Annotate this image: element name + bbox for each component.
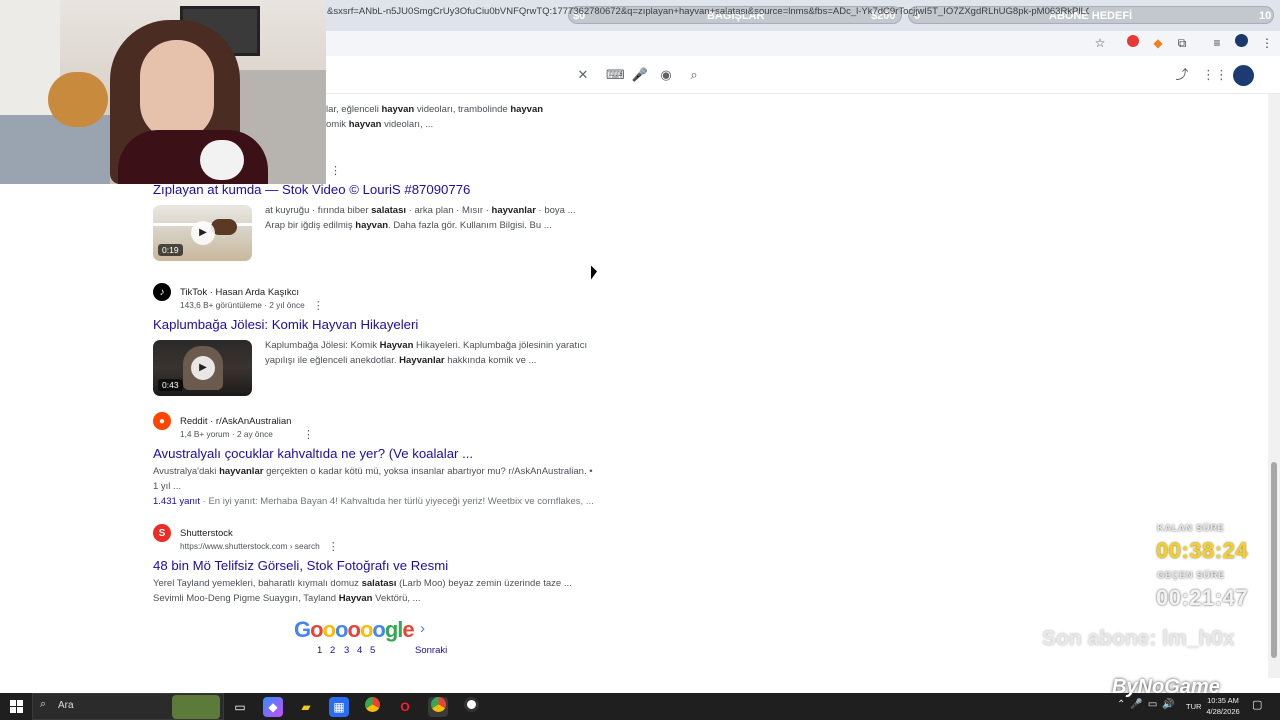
result-source[interactable]: Reddit · r/AskAnAustralian [180, 416, 291, 427]
result-shutterstock: S Shutterstock https://www.shutterstock.… [153, 523, 593, 606]
result-tiktok: ♪ TikTok · Hasan Arda Kaşıkcı 143,6 B+ g… [153, 282, 593, 396]
lens-icon[interactable]: ◉ [657, 66, 675, 84]
next-page-link[interactable]: Sonraki [415, 645, 447, 656]
video-duration: 0:43 [158, 379, 183, 391]
taskbar-search-icon: ⌕ [40, 698, 47, 710]
last-subscriber: Son abone: lm_h0x [1042, 627, 1235, 650]
video-thumbnail[interactable]: ▶ 0:19 [153, 205, 252, 261]
streamer-webcam [0, 0, 326, 184]
clear-search-icon[interactable]: ✕ [574, 66, 592, 84]
play-icon: ▶ [191, 356, 215, 380]
result-source[interactable]: Shutterstock [180, 528, 233, 539]
apps-grid-icon[interactable]: ⋮⋮ [1202, 66, 1228, 84]
result-snippet: Kaplumbağa Jölesi: Komik Hayvan Hikayele… [265, 340, 588, 366]
result-title[interactable]: Kaplumbağa Jölesi: Komik Hayvan Hikayele… [153, 317, 593, 332]
scrollbar-thumb[interactable] [1271, 462, 1277, 658]
result-meta: 143,6 B+ görüntüleme · 2 yıl önce [180, 300, 305, 310]
elapsed-time-label: GEÇEN SÜRE [1157, 570, 1225, 581]
copilot-icon[interactable]: ◆ [263, 697, 283, 717]
video-duration: 0:19 [158, 244, 183, 256]
file-explorer-icon[interactable]: ▰ [296, 697, 316, 717]
reddit-logo-icon: ● [153, 412, 171, 430]
share-icon[interactable]: ⤴ [1173, 66, 1191, 84]
task-view-icon[interactable]: ▭ [230, 697, 250, 717]
result-snippet: Yerel Tayland yemekleri, baharatlı kıyma… [153, 578, 572, 604]
result-meta: 1,4 B+ yorum · 2 ay önce [180, 429, 273, 439]
result-stock-video: Zıplayan at kumda — Stok Video © LouriS … [153, 176, 593, 261]
search-highlight-image [172, 695, 220, 719]
mouse-cursor [591, 265, 597, 283]
keyboard-icon[interactable]: ⌨ [606, 66, 625, 84]
result-menu-icon[interactable]: ⋮ [303, 428, 314, 441]
profile-avatar-icon[interactable] [1232, 34, 1250, 52]
taskbar-search-label: Ara [58, 700, 74, 711]
page-4[interactable]: 4 [357, 645, 362, 656]
media-control-icon[interactable]: ≡ [1208, 34, 1226, 52]
answers-count-link[interactable]: 1.431 yanıt [153, 496, 200, 507]
page-3[interactable]: 3 [344, 645, 349, 656]
result-title[interactable]: 48 bin Mö Telifsiz Görseli, Stok Fotoğra… [153, 558, 593, 573]
result-title[interactable]: Zıplayan at kumda — Stok Video © LouriS … [153, 182, 593, 197]
tray-icons[interactable]: ⌃🎤▭🔊 [1117, 699, 1180, 710]
partial-result-snippet: lar, eğlenceli hayvan videoları, trambol… [326, 104, 544, 130]
result-url[interactable]: https://www.shutterstock.com › search [180, 541, 320, 551]
metamask-icon[interactable]: ◆ [1149, 34, 1167, 52]
adblock-icon[interactable] [1124, 34, 1142, 52]
play-icon: ▶ [191, 221, 215, 245]
bookmark-star-icon[interactable]: ☆ [1091, 34, 1109, 52]
google-pager-logo: Goooooogle [294, 617, 415, 642]
page-2[interactable]: 2 [330, 645, 335, 656]
remaining-time: 00:38:24 [1156, 538, 1249, 563]
result-menu-icon[interactable]: ⋮ [328, 540, 339, 553]
clock-date: 4/28/2026 [1206, 707, 1240, 716]
result-answers: 1.431 yanıt · En iyi yanıt: Merhaba Baya… [153, 496, 594, 507]
address-bar[interactable]: &sxsrf=ANbL-n5JU0SmgCrUy3OfuCiu0bVNFQrwT… [327, 6, 1089, 17]
bynogame-logo: ByNoGame [1112, 676, 1220, 698]
keyboard-language[interactable]: TUR [1186, 702, 1201, 711]
remaining-time-label: KALAN SÜRE [1157, 523, 1225, 534]
obs-icon[interactable] [461, 697, 481, 717]
notification-icon[interactable]: ▢ [1252, 698, 1262, 711]
browser-menu-icon[interactable]: ⋮ [1258, 34, 1276, 52]
video-thumbnail[interactable]: ▶ 0:43 [153, 340, 252, 396]
opera-icon[interactable]: O [395, 697, 415, 717]
page-1: 1 [317, 645, 323, 656]
result-snippet: at kuyruğu · fırında biber salatası · ar… [265, 205, 576, 231]
result-reddit: ● Reddit · r/AskAnAustralian 1,4 B+ yoru… [153, 411, 594, 509]
tiktok-logo-icon: ♪ [153, 283, 171, 301]
extensions-icon[interactable]: ⧉ [1173, 34, 1191, 52]
search-icon[interactable]: ⌕ [685, 66, 703, 84]
chrome-icon[interactable] [362, 697, 382, 717]
result-snippet: Avustralya'daki hayvanlar gerçekten o ka… [153, 466, 593, 492]
chrome-active-icon[interactable] [428, 697, 448, 717]
voice-search-icon[interactable]: 🎤 [631, 66, 649, 84]
windows-start-icon[interactable] [10, 700, 23, 713]
next-page-chevron-icon[interactable]: › [420, 620, 425, 637]
google-account-avatar[interactable] [1233, 65, 1254, 86]
shutterstock-logo-icon: S [153, 524, 171, 542]
elapsed-time: 00:21:47 [1156, 585, 1249, 610]
page-5[interactable]: 5 [370, 645, 375, 656]
store-icon[interactable]: ▦ [329, 697, 349, 717]
sub-goal-max: 10 [1259, 10, 1272, 22]
result-title[interactable]: Avustralyalı çocuklar kahvaltıda ne yer?… [153, 446, 593, 461]
result-menu-icon[interactable]: ⋮ [313, 299, 324, 312]
result-source[interactable]: TikTok · Hasan Arda Kaşıkcı [180, 287, 299, 298]
